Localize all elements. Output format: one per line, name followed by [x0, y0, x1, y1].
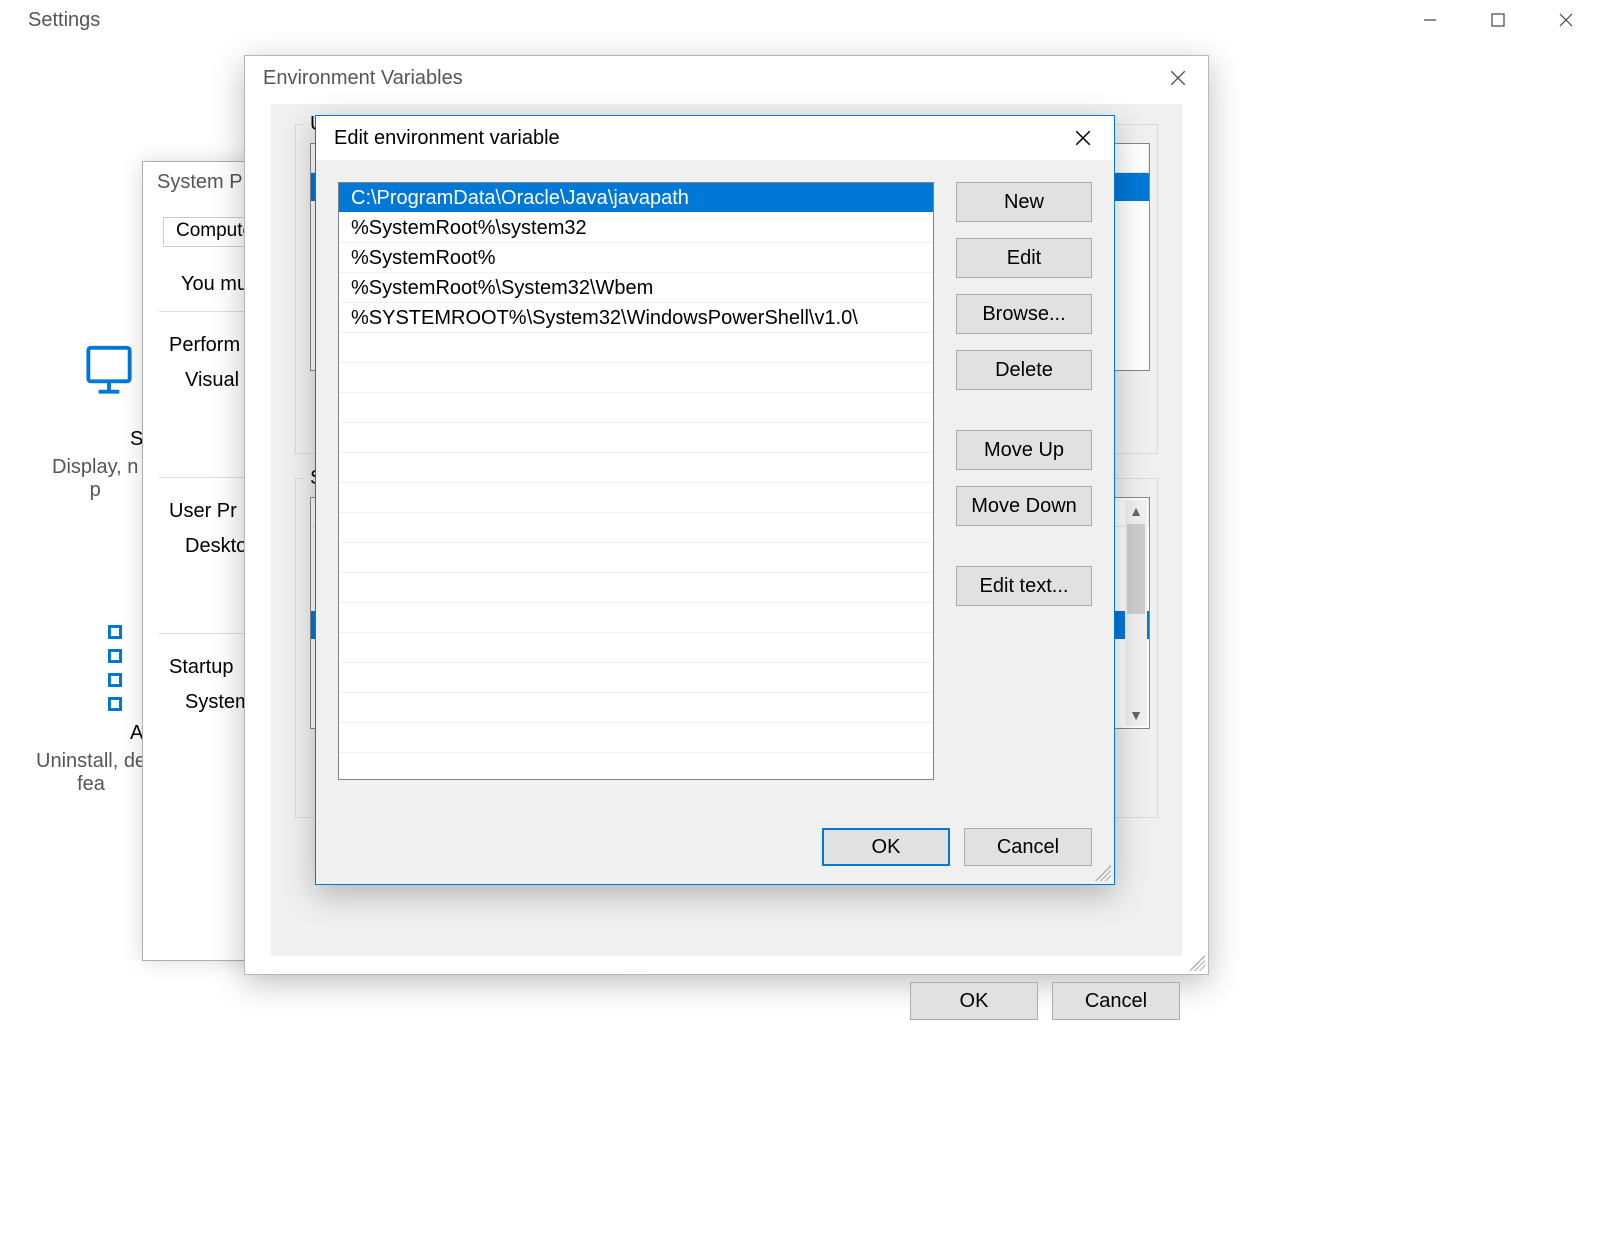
path-entry-empty[interactable] — [339, 603, 933, 633]
path-entry[interactable]: C:\ProgramData\Oracle\Java\javapath — [339, 183, 933, 213]
edit-button[interactable]: Edit — [956, 238, 1092, 278]
path-entry-empty[interactable] — [339, 723, 933, 753]
path-entry-empty[interactable] — [339, 513, 933, 543]
path-entry-empty[interactable] — [339, 453, 933, 483]
browse-button[interactable]: Browse... — [956, 294, 1092, 334]
delete-button[interactable]: Delete — [956, 350, 1092, 390]
edit-environment-variable-dialog: Edit environment variable C:\ProgramData… — [315, 115, 1115, 885]
close-icon[interactable] — [1058, 116, 1108, 160]
editvar-cancel-button[interactable]: Cancel — [964, 828, 1092, 866]
envvars-cancel-button[interactable]: Cancel — [1052, 982, 1180, 1020]
path-entry-empty[interactable] — [339, 423, 933, 453]
scrollbar[interactable]: ▲ ▼ — [1125, 500, 1147, 726]
settings-titlebar: Settings — [0, 0, 1600, 40]
scroll-thumb[interactable] — [1127, 524, 1145, 614]
close-button[interactable] — [1532, 0, 1600, 40]
side-buttons: New Edit Browse... Delete Move Up Move D… — [956, 182, 1092, 622]
resize-grip[interactable] — [1189, 955, 1205, 971]
resize-grip[interactable] — [1095, 865, 1111, 881]
path-entry-empty[interactable] — [339, 663, 933, 693]
path-entry-empty[interactable] — [339, 573, 933, 603]
apps-subtitle-fragment: Uninstall, de fea — [36, 750, 146, 796]
move-down-button[interactable]: Move Down — [956, 486, 1092, 526]
path-entry[interactable]: %SYSTEMROOT%\System32\WindowsPowerShell\… — [339, 303, 933, 333]
path-entry-empty[interactable] — [339, 393, 933, 423]
close-icon[interactable] — [1148, 69, 1208, 87]
system-subtitle-fragment: Display, n p — [52, 456, 138, 502]
editvar-titlebar: Edit environment variable — [316, 116, 1114, 160]
path-entry[interactable]: %SystemRoot%\System32\Wbem — [339, 273, 933, 303]
apps-icon — [108, 625, 122, 711]
editvar-ok-button[interactable]: OK — [822, 828, 950, 866]
move-up-button[interactable]: Move Up — [956, 430, 1092, 470]
envvars-title: Environment Variables — [263, 67, 463, 90]
path-entry-empty[interactable] — [339, 333, 933, 363]
path-entry-empty[interactable] — [339, 633, 933, 663]
path-entry-empty[interactable] — [339, 693, 933, 723]
path-entry[interactable]: %SystemRoot% — [339, 243, 933, 273]
path-entry-empty[interactable] — [339, 543, 933, 573]
settings-title: Settings — [28, 9, 1396, 32]
editvar-title: Edit environment variable — [334, 127, 560, 150]
edit-text-button[interactable]: Edit text... — [956, 566, 1092, 606]
new-button[interactable]: New — [956, 182, 1092, 222]
path-entry[interactable]: %SystemRoot%\system32 — [339, 213, 933, 243]
scroll-up-icon[interactable]: ▲ — [1125, 500, 1147, 522]
system-icon — [78, 340, 140, 408]
scroll-down-icon[interactable]: ▼ — [1125, 704, 1147, 726]
path-entry-empty[interactable] — [339, 483, 933, 513]
maximize-button[interactable] — [1464, 0, 1532, 40]
window-controls — [1396, 0, 1600, 40]
envvars-titlebar: Environment Variables — [245, 56, 1208, 100]
path-entry-empty[interactable] — [339, 363, 933, 393]
minimize-button[interactable] — [1396, 0, 1464, 40]
envvars-ok-button[interactable]: OK — [910, 982, 1038, 1020]
path-list[interactable]: C:\ProgramData\Oracle\Java\javapath%Syst… — [338, 182, 934, 780]
